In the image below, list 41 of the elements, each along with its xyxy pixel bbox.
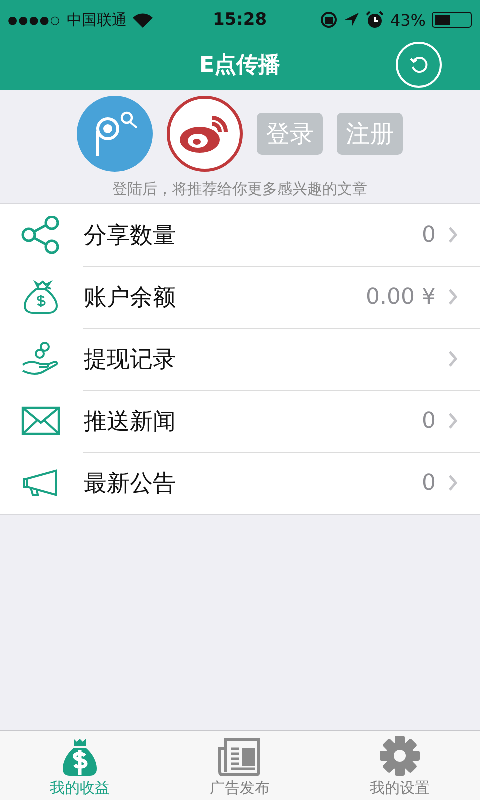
chevron-right-icon [448,412,458,430]
menu-label: 推送新闻 [84,408,177,436]
battery-percent: 43% [390,10,426,30]
refresh-icon [409,55,429,75]
carrier-name: 中国联通 [67,10,127,30]
money-bag-icon [21,279,61,315]
menu-item[interactable]: 最新公告 0 [0,452,480,514]
menu-value: 0.00 ¥ [366,284,436,310]
envelope-icon [21,406,61,436]
menu-item[interactable]: 分享数量 0 [0,204,480,266]
menu-item[interactable]: 推送新闻 0 [0,390,480,452]
menu-value: 0 [422,222,436,248]
tab[interactable]: 我的设置 [320,731,480,800]
chevron-right-icon [448,350,458,368]
chevron-right-icon [448,226,458,244]
money-bag-icon [60,737,100,777]
clock-time: 15:28 [212,10,268,30]
refresh-button[interactable] [396,42,442,88]
menu-label: 提现记录 [84,346,177,374]
chevron-right-icon [448,288,458,306]
battery-icon [432,12,472,28]
menu-label: 分享数量 [84,222,177,250]
menu-item[interactable]: 账户余额 0.00 ¥ [0,266,480,328]
menu-label: 最新公告 [84,470,177,498]
app-title: E点传播 [199,52,281,80]
menu-item[interactable]: 提现记录 [0,328,480,390]
share-icon [21,216,61,254]
rotation-lock-icon [320,11,338,29]
wifi-icon [133,12,153,28]
menu-value: 0 [422,470,436,496]
signal-dots: ●●●●○ [8,14,61,26]
menu-label: 账户余额 [84,284,177,312]
menu-value: 0 [422,408,436,434]
newspaper-icon [218,737,262,777]
location-arrow-icon [344,12,360,28]
alarm-icon [366,11,384,29]
chevron-right-icon [448,474,458,492]
settings-icon [379,735,421,777]
hand-coins-icon [21,341,61,377]
login-hint: 登陆后，将推荐给你更多感兴趣的文章 [112,180,368,199]
tab[interactable]: 广告发布 [160,731,320,800]
